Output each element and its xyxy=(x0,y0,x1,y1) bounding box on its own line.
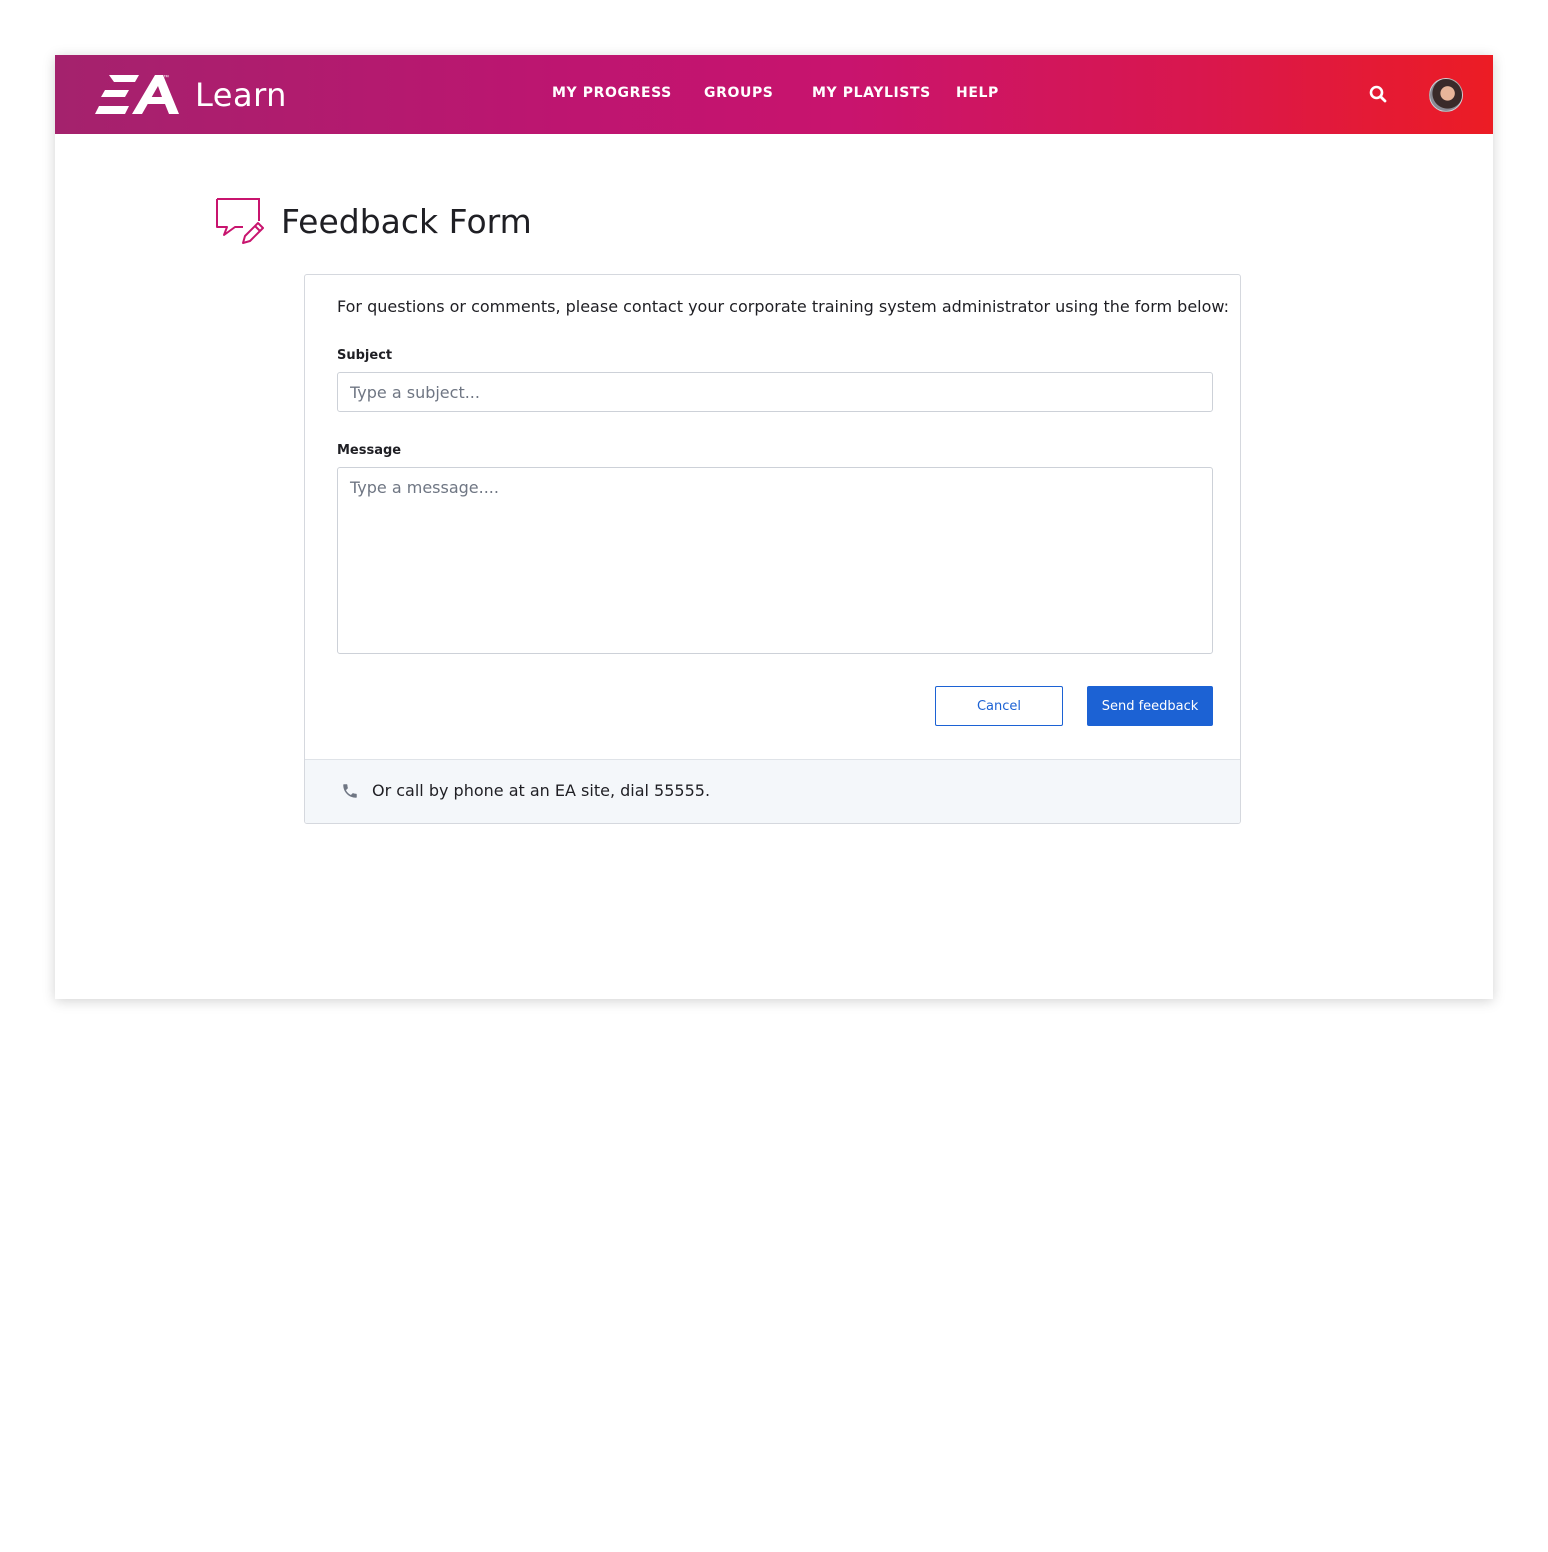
phone-icon xyxy=(343,784,357,798)
phone-contact-footer: Or call by phone at an EA site, dial 555… xyxy=(305,759,1240,823)
ea-logo-icon: ™ xyxy=(95,74,179,114)
subject-input[interactable] xyxy=(337,372,1213,412)
message-label: Message xyxy=(337,443,402,458)
top-navigation-bar: ™ Learn MY PROGRESS GROUPS MY PLAYLISTS … xyxy=(55,55,1493,134)
nav-my-playlists[interactable]: MY PLAYLISTS xyxy=(812,85,931,101)
nav-help[interactable]: HELP xyxy=(956,85,999,101)
search-icon[interactable] xyxy=(1368,84,1388,104)
message-textarea[interactable] xyxy=(337,467,1213,654)
brand[interactable]: ™ Learn xyxy=(95,73,287,117)
feedback-form-card: For questions or comments, please contac… xyxy=(304,274,1241,824)
app-window: ™ Learn MY PROGRESS GROUPS MY PLAYLISTS … xyxy=(55,55,1493,999)
trademark-label: ™ xyxy=(163,74,169,81)
nav-groups[interactable]: GROUPS xyxy=(704,85,774,101)
feedback-edit-icon xyxy=(216,197,264,244)
brand-name: Learn xyxy=(195,76,287,114)
avatar[interactable] xyxy=(1429,78,1463,112)
cancel-button[interactable]: Cancel xyxy=(935,686,1063,726)
phone-contact-text: Or call by phone at an EA site, dial 555… xyxy=(372,781,711,800)
form-intro-text: For questions or comments, please contac… xyxy=(337,297,1230,316)
send-feedback-button[interactable]: Send feedback xyxy=(1087,686,1213,726)
page-title: Feedback Form xyxy=(281,202,532,242)
nav-my-progress[interactable]: MY PROGRESS xyxy=(552,85,672,101)
subject-label: Subject xyxy=(337,348,393,363)
page-header: Feedback Form xyxy=(215,180,532,263)
